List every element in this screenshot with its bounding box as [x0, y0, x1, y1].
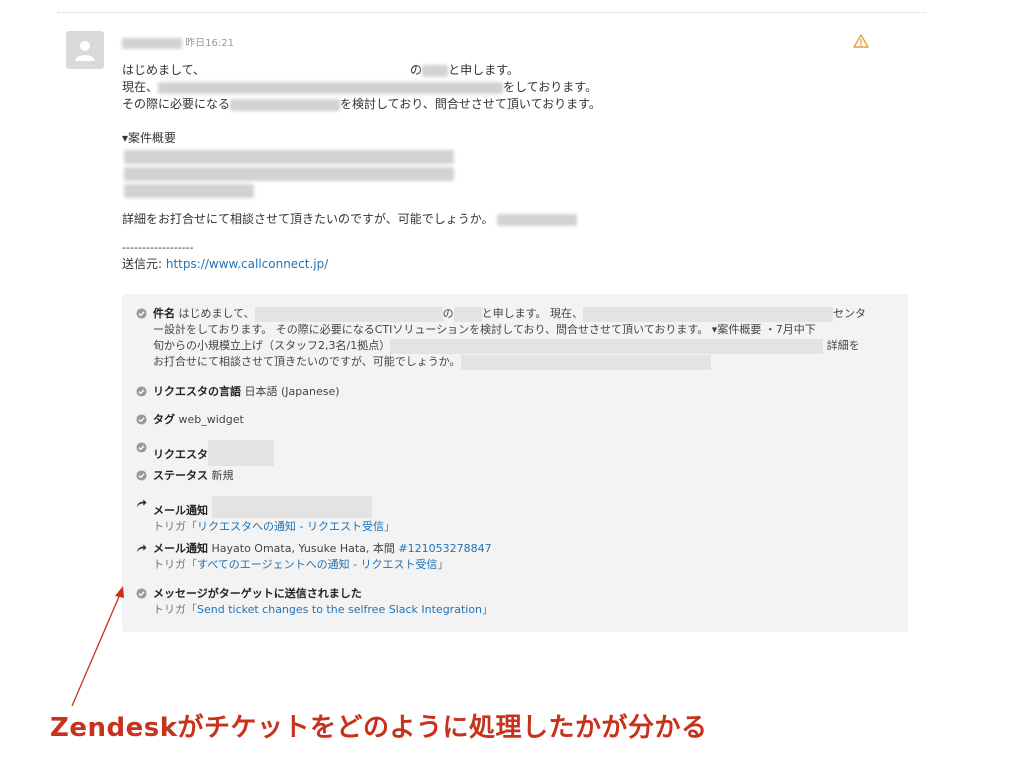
annotation-arrow — [71, 586, 124, 707]
annotation-caption: Zendeskがチケットをどのように処理したかが分かる — [50, 713, 708, 743]
